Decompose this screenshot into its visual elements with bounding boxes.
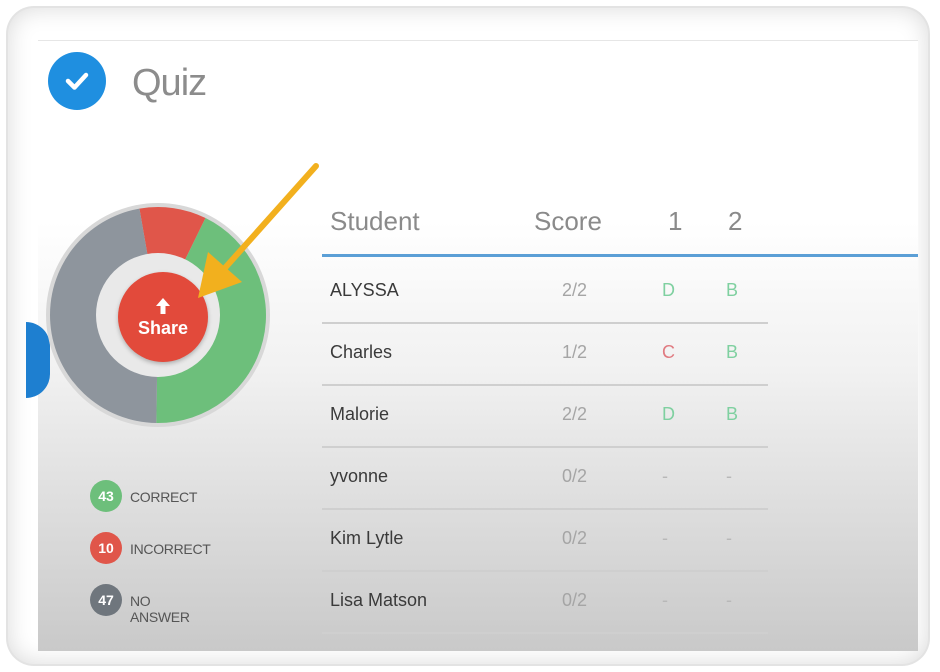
student-score: 2/2 bbox=[562, 404, 588, 424]
student-name: Kim Lytle bbox=[330, 528, 404, 548]
table-row[interactable]: Kim Lytle 0/2 - - bbox=[322, 510, 768, 572]
table-row[interactable]: Malorie 2/2 D B bbox=[322, 386, 768, 448]
answer-q1: D bbox=[662, 404, 675, 424]
legend-count-correct: 43 bbox=[90, 480, 122, 512]
student-score: 1/2 bbox=[562, 342, 588, 362]
student-name: Charles bbox=[330, 342, 393, 362]
answer-q2: B bbox=[726, 280, 739, 300]
student-name: Lisa Matson bbox=[330, 590, 428, 610]
student-name: yvonne bbox=[330, 466, 389, 486]
answer-q2: - bbox=[726, 528, 732, 548]
legend-count-no-answer: 47 bbox=[90, 584, 122, 616]
legend-count-incorrect: 10 bbox=[90, 532, 122, 564]
student-table: ALYSSA 2/2 D B Charles 1/2 C B Malorie 2… bbox=[322, 262, 768, 634]
answer-q2: B bbox=[726, 342, 739, 362]
legend-label-no-answer: NO ANSWER bbox=[130, 593, 190, 625]
check-icon bbox=[48, 52, 106, 110]
student-score: 0/2 bbox=[562, 528, 588, 548]
answer-q1: C bbox=[662, 342, 675, 362]
answer-q2: - bbox=[726, 590, 732, 610]
share-button-label: Share bbox=[137, 317, 189, 338]
student-name: Malorie bbox=[330, 404, 390, 424]
column-header-score[interactable]: Score bbox=[534, 206, 602, 246]
answer-q1: - bbox=[662, 528, 668, 548]
answer-q1: D bbox=[662, 280, 675, 300]
pointer-arrow-icon bbox=[198, 163, 319, 298]
student-name: ALYSSA bbox=[330, 280, 399, 300]
table-row[interactable]: Lisa Matson 0/2 - - bbox=[322, 572, 768, 634]
table-row[interactable]: yvonne 0/2 - - bbox=[322, 448, 768, 510]
column-header-student[interactable]: Student bbox=[330, 206, 420, 246]
table-row[interactable]: Charles 1/2 C B bbox=[322, 324, 768, 386]
legend-label-correct: CORRECT bbox=[130, 489, 198, 505]
column-header-q2[interactable]: 2 bbox=[728, 206, 742, 246]
table-row[interactable]: ALYSSA 2/2 D B bbox=[322, 262, 768, 324]
page-title: Quiz bbox=[132, 62, 207, 104]
answer-q1: - bbox=[662, 466, 668, 486]
student-score: 0/2 bbox=[562, 590, 588, 610]
header-divider bbox=[322, 254, 918, 257]
student-score: 2/2 bbox=[562, 280, 588, 300]
column-header-q1[interactable]: 1 bbox=[668, 206, 682, 246]
legend-label-incorrect: INCORRECT bbox=[130, 541, 211, 557]
answer-q2: - bbox=[726, 466, 732, 486]
student-score: 0/2 bbox=[562, 466, 588, 486]
answer-q1: - bbox=[662, 590, 668, 610]
answer-q2: B bbox=[726, 404, 739, 424]
upload-arrow-icon bbox=[156, 297, 170, 314]
